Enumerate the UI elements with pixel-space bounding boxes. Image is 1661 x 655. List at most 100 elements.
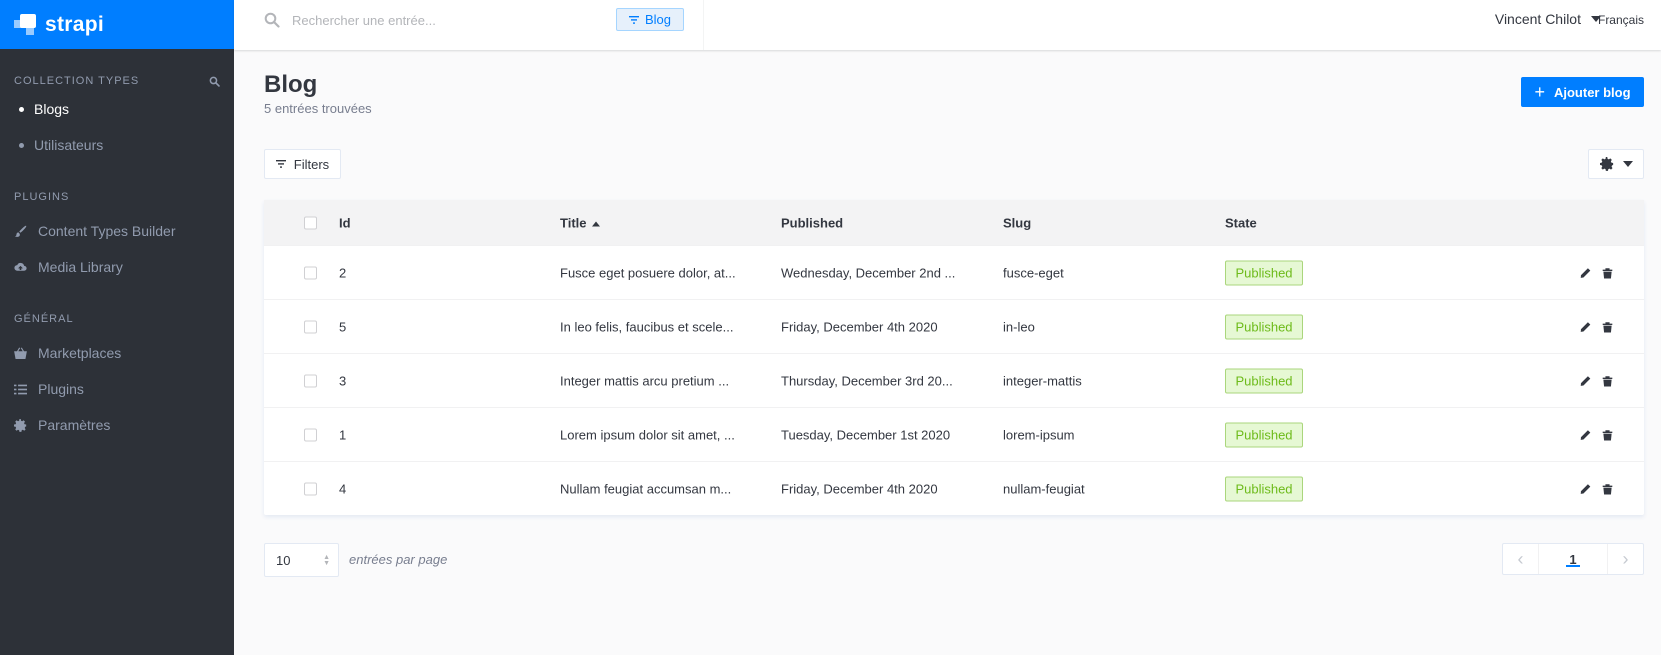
chevron-right-icon[interactable]: › xyxy=(1607,544,1643,574)
section-title-general: Général xyxy=(0,311,234,327)
cell-slug: lorem-ipsum xyxy=(1003,427,1075,442)
cell-published: Wednesday, December 2nd ... xyxy=(781,265,956,280)
cell-slug: integer-mattis xyxy=(1003,373,1082,388)
page-title: Blog xyxy=(264,71,318,98)
status-badge: Published xyxy=(1225,422,1303,447)
search-filter-tag[interactable]: Blog xyxy=(616,8,684,31)
edit-pencil-icon[interactable] xyxy=(1580,483,1591,494)
table-row[interactable]: 2 Fusce eget posuere dolor, at... Wednes… xyxy=(264,245,1644,299)
section-title-label: Plugins xyxy=(14,191,70,203)
trash-icon[interactable] xyxy=(1602,429,1613,440)
brand-header[interactable]: strapi xyxy=(0,0,234,49)
row-actions xyxy=(1580,483,1613,494)
sidebar-item-parametres[interactable]: Paramètres xyxy=(0,407,234,443)
cell-state: Published xyxy=(1225,422,1303,447)
sidebar-item-plugins[interactable]: Plugins xyxy=(0,371,234,407)
row-checkbox[interactable] xyxy=(304,266,317,279)
strapi-logo-icon xyxy=(14,13,40,36)
add-entry-button[interactable]: + Ajouter blog xyxy=(1521,77,1644,107)
cell-state: Published xyxy=(1225,260,1303,285)
edit-pencil-icon[interactable] xyxy=(1580,375,1591,386)
bullet-icon xyxy=(14,107,34,112)
sidebar-item-label: Utilisateurs xyxy=(34,137,104,153)
status-badge: Published xyxy=(1225,368,1303,393)
section-title-label: Général xyxy=(14,313,74,325)
cell-id: 2 xyxy=(339,265,347,280)
row-checkbox[interactable] xyxy=(304,374,317,387)
cell-id: 5 xyxy=(339,319,347,334)
search-input[interactable] xyxy=(292,9,602,31)
gear-icon xyxy=(14,418,38,432)
filter-icon xyxy=(628,15,639,24)
section-title-plugins: Plugins xyxy=(0,189,234,205)
sidebar-item-label: Marketplaces xyxy=(38,345,122,361)
sidebar-item-utilisateurs[interactable]: Utilisateurs xyxy=(0,127,234,163)
sidebar-item-media-library[interactable]: Media Library xyxy=(0,249,234,285)
edit-pencil-icon[interactable] xyxy=(1580,429,1591,440)
sidebar-item-label: Paramètres xyxy=(38,417,111,433)
user-menu[interactable]: Vincent Chilot xyxy=(1495,11,1601,27)
table-row[interactable]: 4 Nullam feugiat accumsan m... Friday, D… xyxy=(264,461,1644,515)
status-badge: Published xyxy=(1225,260,1303,285)
user-name: Vincent Chilot xyxy=(1494,11,1581,27)
filters-button[interactable]: Filters xyxy=(264,149,341,179)
column-header-id[interactable]: Id xyxy=(339,215,351,230)
cell-title: Lorem ipsum dolor sit amet, ... xyxy=(560,427,735,442)
language-switcher[interactable]: Français xyxy=(1598,13,1644,27)
table-row[interactable]: 1 Lorem ipsum dolor sit amet, ... Tuesda… xyxy=(264,407,1644,461)
cell-published: Tuesday, December 1st 2020 xyxy=(781,427,951,442)
row-checkbox[interactable] xyxy=(304,320,317,333)
trash-icon[interactable] xyxy=(1602,483,1613,494)
edit-pencil-icon[interactable] xyxy=(1580,267,1591,278)
trash-icon[interactable] xyxy=(1602,267,1613,278)
sidebar-item-marketplaces[interactable]: Marketplaces xyxy=(0,335,234,371)
sidebar: strapi Collection Types Blogs Utilisateu… xyxy=(0,0,234,655)
sort-ascending-icon xyxy=(591,221,600,227)
sidebar-item-label: Content Types Builder xyxy=(38,223,176,239)
chevron-left-icon[interactable]: ‹ xyxy=(1503,544,1539,574)
column-header-state[interactable]: State xyxy=(1225,215,1257,230)
search-icon[interactable] xyxy=(209,76,220,87)
list-settings-button[interactable] xyxy=(1588,149,1644,179)
chevron-down-icon xyxy=(1622,161,1633,167)
cell-title: Integer mattis arcu pretium ... xyxy=(560,373,730,388)
edit-pencil-icon[interactable] xyxy=(1580,321,1591,332)
column-header-slug[interactable]: Slug xyxy=(1003,215,1031,230)
bullet-icon xyxy=(14,143,34,148)
sidebar-item-label: Blogs xyxy=(34,101,70,117)
cell-state: Published xyxy=(1225,368,1303,393)
cell-title: Nullam feugiat accumsan m... xyxy=(560,481,732,496)
column-header-title[interactable]: Title xyxy=(560,215,600,230)
status-badge: Published xyxy=(1225,314,1303,339)
row-actions xyxy=(1580,375,1613,386)
basket-icon xyxy=(14,347,38,360)
column-header-published[interactable]: Published xyxy=(781,215,843,230)
cell-slug: in-leo xyxy=(1003,319,1035,334)
page-size-label: entrées par page xyxy=(349,552,448,567)
status-badge: Published xyxy=(1225,476,1303,501)
page-size-select[interactable]: 10 ▲ ▼ xyxy=(264,543,339,577)
page-number-current[interactable]: 1 xyxy=(1539,552,1607,567)
entries-count: 5 entrées trouvées xyxy=(264,101,372,116)
column-header-label: Title xyxy=(560,215,587,230)
cell-title: In leo felis, faucibus et scele... xyxy=(560,319,734,334)
cell-title: Fusce eget posuere dolor, at... xyxy=(560,265,736,280)
sidebar-item-label: Plugins xyxy=(38,381,84,397)
plus-icon: + xyxy=(1534,82,1545,102)
sidebar-item-blogs[interactable]: Blogs xyxy=(0,91,234,127)
add-entry-label: Ajouter blog xyxy=(1553,84,1631,100)
cloud-upload-icon xyxy=(14,261,38,274)
pagination: ‹ 1 › xyxy=(1502,543,1644,575)
entries-table: Id Title Published Slug State 2 Fusce eg… xyxy=(264,200,1644,515)
trash-icon[interactable] xyxy=(1602,375,1613,386)
cell-published: Thursday, December 3rd 20... xyxy=(781,373,953,388)
cell-state: Published xyxy=(1225,476,1303,501)
brand-name: strapi xyxy=(45,12,104,36)
trash-icon[interactable] xyxy=(1602,321,1613,332)
row-checkbox[interactable] xyxy=(304,482,317,495)
table-row[interactable]: 3 Integer mattis arcu pretium ... Thursd… xyxy=(264,353,1644,407)
row-checkbox[interactable] xyxy=(304,428,317,441)
table-row[interactable]: 5 In leo felis, faucibus et scele... Fri… xyxy=(264,299,1644,353)
sidebar-item-content-types-builder[interactable]: Content Types Builder xyxy=(0,213,234,249)
select-all-checkbox[interactable] xyxy=(304,216,317,229)
